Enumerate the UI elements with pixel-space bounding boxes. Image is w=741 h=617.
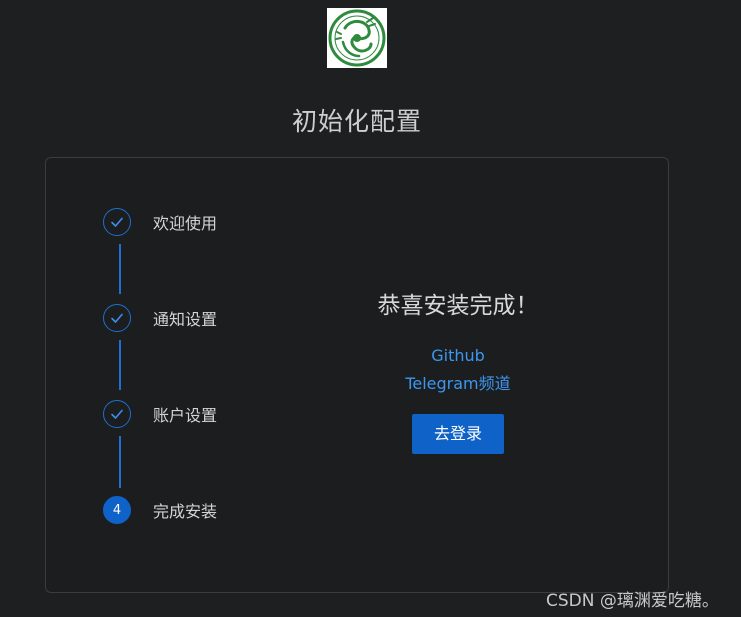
dragon-logo-icon: [327, 8, 387, 68]
init-config-page: 初始化配置 欢迎使用 通知设置 账户设置 4 完成安装 恭喜安装完成！ Gith…: [0, 0, 741, 617]
step-connector: [119, 244, 121, 294]
step-notification: 通知设置: [103, 302, 217, 334]
page-title: 初始化配置: [291, 107, 422, 136]
watermark: CSDN @璃渊爱吃糖。: [546, 591, 719, 611]
result-title: 恭喜安装完成！: [377, 293, 539, 319]
step-label: 账户设置: [153, 406, 218, 425]
telegram-link[interactable]: Telegram频道: [346, 370, 570, 398]
step-label: 通知设置: [153, 310, 218, 329]
login-button[interactable]: 去登录: [412, 414, 504, 454]
step-welcome: 欢迎使用: [103, 206, 217, 238]
check-icon: [103, 208, 131, 236]
github-link[interactable]: Github: [346, 342, 570, 370]
step-connector: [119, 340, 121, 390]
step-finish: 4 完成安装: [103, 494, 217, 526]
step-number-badge: 4: [103, 496, 131, 524]
step-label: 欢迎使用: [153, 214, 218, 233]
step-label: 完成安装: [153, 502, 218, 521]
step-account: 账户设置: [103, 398, 217, 430]
check-icon: [103, 304, 131, 332]
step-connector: [119, 436, 121, 488]
check-icon: [103, 400, 131, 428]
setup-card: 欢迎使用 通知设置 账户设置 4 完成安装 恭喜安装完成！ Github Tel…: [45, 157, 669, 593]
setup-steps: 欢迎使用 通知设置 账户设置 4 完成安装: [103, 206, 303, 536]
install-result: 恭喜安装完成！ Github Telegram频道 去登录: [346, 286, 570, 454]
